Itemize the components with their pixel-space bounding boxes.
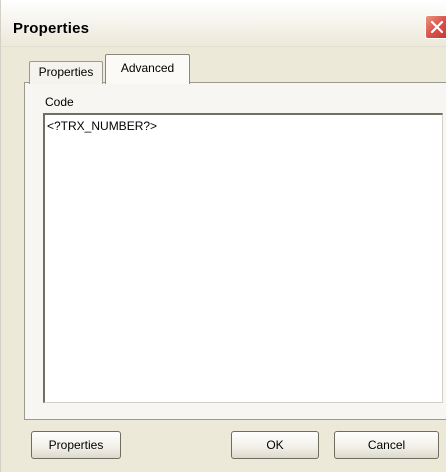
close-icon	[430, 20, 444, 34]
cancel-button[interactable]: Cancel	[334, 431, 439, 459]
window-title: Properties	[13, 20, 90, 37]
tab-advanced[interactable]: Advanced	[105, 54, 190, 84]
code-textarea[interactable]: <?TRX_NUMBER?>	[43, 113, 443, 403]
close-button[interactable]	[425, 15, 446, 39]
code-label: Code	[45, 95, 74, 109]
tab-properties[interactable]: Properties	[29, 61, 103, 84]
ok-button[interactable]: OK	[231, 431, 319, 459]
properties-button[interactable]: Properties	[31, 431, 121, 459]
properties-dialog: Properties Properties Advanced Code <?TR…	[0, 0, 446, 472]
title-bar: Properties	[1, 0, 446, 47]
